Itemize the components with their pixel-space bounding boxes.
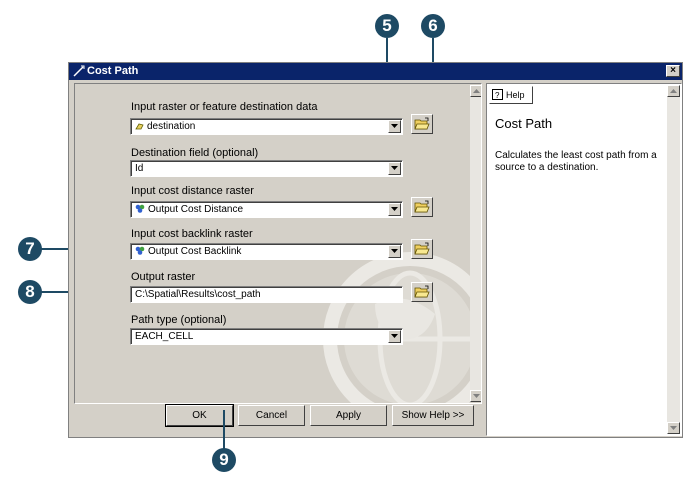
backlink-label: Input cost backlink raster — [131, 228, 253, 240]
cost-distance-dropdown-arrow[interactable] — [388, 203, 401, 216]
path-type-dropdown[interactable]: EACH_CELL — [130, 328, 403, 345]
apply-button[interactable]: Apply — [310, 405, 387, 426]
open-folder-icon — [414, 242, 430, 255]
callout-5: 5 — [375, 14, 399, 38]
raster-layer-icon — [135, 204, 145, 213]
close-button[interactable]: × — [666, 65, 680, 77]
help-scroll-down-button[interactable] — [667, 422, 680, 434]
callout-9-leader — [223, 410, 225, 438]
path-type-dropdown-arrow[interactable] — [388, 330, 401, 343]
destination-field-label: Destination field (optional) — [131, 147, 259, 159]
help-scroll-up-button[interactable] — [667, 85, 680, 97]
input-raster-dropdown-arrow[interactable] — [388, 120, 401, 133]
raster-layer-icon — [135, 246, 145, 255]
polygon-layer-icon — [135, 123, 144, 130]
output-raster-browse-button[interactable] — [411, 282, 433, 302]
show-help-button[interactable]: Show Help >> — [392, 405, 474, 426]
open-folder-icon — [414, 117, 430, 130]
destination-field-dropdown[interactable]: Id — [130, 160, 403, 177]
form-scrollbar[interactable] — [470, 85, 481, 402]
cost-path-dialog: Cost Path × Input raster or feature dest… — [68, 62, 683, 438]
globe-watermark-icon — [323, 252, 481, 403]
help-book-icon: ? — [492, 89, 503, 100]
cost-distance-dropdown[interactable]: Output Cost Distance — [130, 201, 403, 218]
open-folder-icon — [414, 285, 430, 298]
cancel-button[interactable]: Cancel — [238, 405, 305, 426]
callout-6: 6 — [421, 14, 445, 38]
form-panel: Input raster or feature destination data… — [74, 83, 482, 404]
help-panel: ? Help Cost Path Calculates the least cos… — [486, 83, 682, 436]
path-type-label: Path type (optional) — [131, 314, 227, 326]
cost-distance-label: Input cost distance raster — [131, 185, 254, 197]
callout-9: 9 — [212, 448, 236, 472]
help-tab-label: Help — [506, 90, 525, 100]
open-folder-icon — [414, 200, 430, 213]
callout-7: 7 — [18, 237, 42, 261]
callout-8: 8 — [18, 280, 42, 304]
output-raster-input[interactable]: C:\Spatial\Results\cost_path — [130, 286, 403, 303]
help-title: Cost Path — [495, 116, 553, 131]
help-scrollbar[interactable] — [667, 85, 680, 434]
input-raster-browse-button[interactable] — [411, 114, 433, 134]
destination-field-dropdown-arrow[interactable] — [388, 162, 401, 175]
input-raster-dropdown[interactable]: destination — [130, 118, 403, 135]
backlink-value: Output Cost Backlink — [148, 246, 242, 257]
cost-distance-browse-button[interactable] — [411, 197, 433, 217]
tool-icon — [73, 65, 85, 77]
cost-distance-value: Output Cost Distance — [148, 204, 244, 215]
scroll-up-button[interactable] — [470, 85, 481, 97]
svg-text:?: ? — [495, 91, 500, 100]
backlink-dropdown[interactable]: Output Cost Backlink — [130, 243, 403, 260]
backlink-browse-button[interactable] — [411, 239, 433, 259]
help-tab[interactable]: ? Help — [489, 86, 533, 104]
window-title: Cost Path — [87, 65, 139, 77]
title-bar: Cost Path × — [69, 63, 682, 80]
input-raster-value: destination — [147, 121, 196, 132]
scroll-down-button[interactable] — [470, 390, 481, 402]
help-description: Calculates the least cost path from a so… — [495, 150, 657, 173]
backlink-dropdown-arrow[interactable] — [388, 245, 401, 258]
input-raster-label: Input raster or feature destination data — [131, 101, 318, 113]
output-raster-label: Output raster — [131, 271, 196, 283]
